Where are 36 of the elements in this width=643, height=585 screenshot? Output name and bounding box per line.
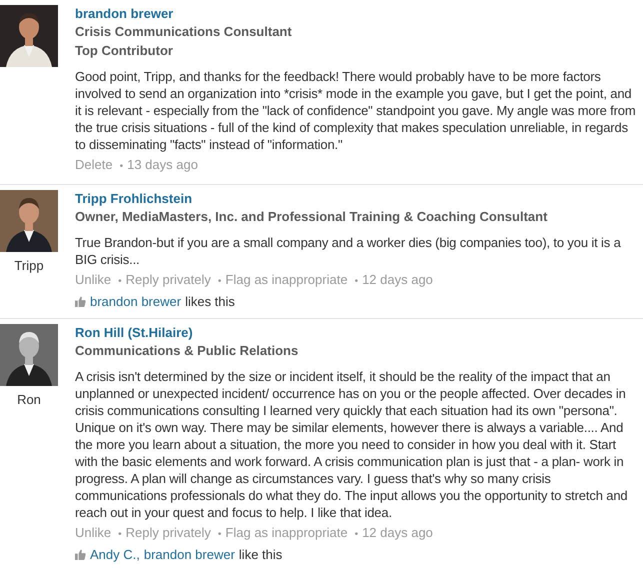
likes-text: like this: [238, 546, 282, 563]
avatar-caption: Tripp: [14, 258, 44, 273]
action-link[interactable]: Reply privately: [126, 271, 211, 289]
separator-dot: •: [218, 528, 222, 542]
separator-dot: •: [118, 275, 122, 289]
action-link[interactable]: Reply privately: [126, 524, 211, 542]
action-link[interactable]: Unlike: [75, 524, 112, 542]
liker-link[interactable]: brandon brewer: [144, 546, 235, 563]
comment-text: True Brandon-but if you are a small company and a worker dies (big companies too), to you it is a BIG crisis...: [75, 234, 622, 268]
separator-dot: •: [120, 160, 124, 174]
author-headline: Owner, MediaMasters, Inc. and Professional Training & Coaching Consultant: [75, 208, 548, 226]
author-headline: Crisis Communications Consultant: [75, 23, 293, 41]
author-name[interactable]: Tripp Frohlichstein: [75, 190, 637, 207]
timestamp: 13 days ago: [127, 156, 198, 174]
liker-link[interactable]: Andy C.,: [90, 546, 140, 563]
comment-text: A crisis isn't determined by the size or incident itself, it should be the reality of the impact that an unplanned or unexpected incident/ occurrence has on you or the people affected. Over decades in crisis communications consulting I learned very quickly that each situation had its own "persona". Unique on it's own way. There may be similar elements, however there is always a variable.... And the more you learn about a situation, the more you need to consider in how you deal with it. Start with the basic elements and work forward. A crisis communication plan is just that - a plan- work in progress. A plan will change as circumstances vary. I guess that's why so many crisis communications professionals do what they do. The input allows you the opportunity to stretch and reach out in your quest and focus to help. I like that idea.: [75, 368, 628, 521]
action-link[interactable]: Flag as inappropriate: [225, 524, 348, 542]
action-link[interactable]: Unlike: [75, 271, 112, 289]
avatar-caption: Ron: [17, 392, 41, 407]
separator-dot: •: [354, 528, 358, 542]
author-name[interactable]: Ron Hill (St.Hilaire): [75, 324, 637, 341]
author-name[interactable]: brandon brewer: [75, 5, 637, 22]
action-link[interactable]: Delete: [75, 156, 113, 174]
separator-dot: •: [218, 275, 222, 289]
author-headline: Top Contributor: [75, 42, 174, 60]
author-headline: Communications & Public Relations: [75, 342, 300, 360]
thumbs-up-icon: [75, 296, 86, 307]
action-link[interactable]: Flag as inappropriate: [225, 271, 348, 289]
separator-dot: •: [118, 528, 122, 542]
timestamp: 12 days ago: [362, 271, 433, 289]
comment-text: Good point, Tripp, and thanks for the feedback! There would probably have to be more factors involved to send an organization into *crisis* mode in the example you gave, but I get the point, and it is relevant - especially from the "lack of confidence" standpoint you gave. My angle was more from the true crisis situations - full of the kind of complexity that makes speculation unreliable, in regards to disseminating "facts" instead of "information.": [75, 68, 637, 153]
likes-text: likes this: [185, 293, 235, 310]
timestamp: 12 days ago: [362, 524, 433, 542]
thumbs-up-icon: [75, 549, 86, 560]
liker-link[interactable]: brandon brewer: [90, 293, 182, 310]
separator-dot: •: [354, 275, 358, 289]
